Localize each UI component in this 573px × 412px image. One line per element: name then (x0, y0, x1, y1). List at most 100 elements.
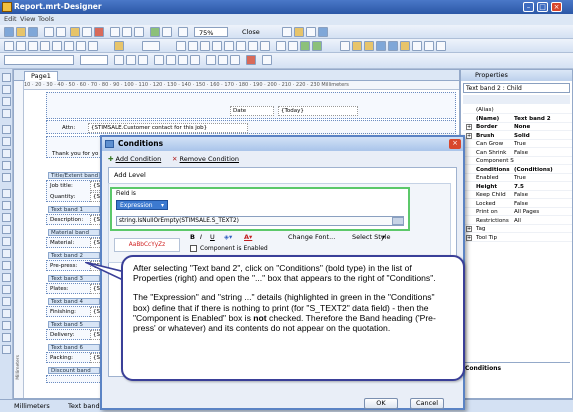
component-3-icon[interactable] (2, 213, 11, 222)
barcode-icon[interactable] (412, 41, 422, 51)
font-size-select[interactable] (80, 55, 108, 65)
align-middle-icon[interactable] (212, 41, 222, 51)
component-1-icon[interactable] (2, 189, 11, 198)
property-row[interactable]: Can Grow True (463, 140, 572, 149)
property-row[interactable]: (Name) Text band 2 (463, 115, 572, 123)
component-11-icon[interactable] (2, 309, 11, 318)
report-icon[interactable] (294, 27, 304, 37)
undo-icon[interactable] (44, 27, 54, 37)
property-row[interactable]: Component St (463, 157, 572, 166)
ungroup-icon[interactable] (312, 41, 322, 51)
expand-icon[interactable]: + (466, 124, 472, 130)
group-band-icon[interactable] (2, 161, 11, 170)
cut-icon[interactable] (70, 27, 80, 37)
size-height-icon[interactable] (248, 41, 258, 51)
text-tool-icon[interactable] (2, 85, 11, 94)
expression-editor-button[interactable] (392, 217, 404, 225)
today-field[interactable]: {Today} (278, 106, 358, 116)
align-top-icon[interactable] (200, 41, 210, 51)
underline-icon[interactable] (138, 55, 148, 65)
align-bottom-icon[interactable] (224, 41, 234, 51)
property-row[interactable]: Restrictions All (463, 217, 572, 225)
band-row-label[interactable]: Plates: (50, 285, 68, 293)
richtext-icon[interactable] (424, 41, 434, 51)
align-left-icon[interactable] (110, 27, 120, 37)
band-row-label[interactable]: Description: (50, 216, 83, 224)
group-icon[interactable] (300, 41, 310, 51)
component-10-icon[interactable] (2, 297, 11, 306)
fill-color-icon[interactable] (114, 41, 124, 51)
size-both-icon[interactable] (260, 41, 270, 51)
component-select[interactable]: Text band 2 : Child (463, 83, 570, 93)
attn-label[interactable]: Attn: (62, 124, 75, 132)
field-type-select[interactable]: Expression ▾ (116, 200, 168, 210)
italic-icon[interactable] (126, 55, 136, 65)
expression-input[interactable]: string.IsNullOrEmpty(STIMSALE.S_TEXT2) (116, 216, 404, 226)
expand-icon[interactable]: + (466, 132, 472, 139)
component-13-icon[interactable] (2, 333, 11, 342)
border-left-icon[interactable] (28, 41, 38, 51)
snap-icon[interactable] (162, 27, 172, 37)
dialog-close-button[interactable]: × (449, 139, 461, 149)
line-style-icon[interactable] (142, 41, 160, 51)
property-value[interactable]: True (514, 174, 572, 182)
child-band-icon[interactable] (2, 173, 11, 182)
bold-icon[interactable] (114, 55, 124, 65)
font-color-icon[interactable] (246, 55, 256, 65)
bring-front-icon[interactable] (176, 41, 186, 51)
text-justify-icon[interactable] (190, 55, 200, 65)
format-icon[interactable] (262, 55, 272, 65)
footer-band-icon[interactable] (2, 137, 11, 146)
pencil-tool-icon[interactable] (2, 109, 11, 118)
property-value[interactable]: False (514, 149, 572, 157)
component-8-icon[interactable] (2, 273, 11, 282)
preview-icon[interactable] (282, 27, 292, 37)
property-row[interactable]: Print on All Pages (463, 208, 572, 217)
component-14-icon[interactable] (2, 345, 11, 354)
band-row-label[interactable]: Material: (50, 239, 74, 247)
property-row[interactable]: Height 7.5 (463, 183, 572, 191)
header-band-icon[interactable] (2, 125, 11, 134)
property-value[interactable]: Solid (514, 132, 572, 140)
band-header[interactable]: Title/Extent band (48, 172, 100, 179)
property-row[interactable]: + Tool Tip (463, 234, 572, 242)
text-align-center-icon[interactable] (166, 55, 176, 65)
property-value[interactable]: None (514, 123, 572, 131)
text-align-right-icon[interactable] (178, 55, 188, 65)
new-icon[interactable] (4, 27, 14, 37)
minimize-button[interactable]: – (523, 2, 534, 12)
component-5-icon[interactable] (2, 237, 11, 246)
text-align-left-icon[interactable] (154, 55, 164, 65)
copy-icon[interactable] (82, 27, 92, 37)
maximize-button[interactable]: □ (537, 2, 548, 12)
band-row-label[interactable]: Job title: (50, 182, 73, 190)
property-value[interactable]: All Pages (514, 208, 572, 216)
size-width-icon[interactable] (236, 41, 246, 51)
band-header[interactable]: Discount band (48, 367, 100, 374)
property-row[interactable]: Enabled True (463, 174, 572, 183)
property-value[interactable]: All (514, 217, 572, 225)
close-designer-button[interactable]: Close (238, 27, 264, 37)
band-row-label[interactable]: Delivery: (50, 331, 74, 339)
link-icon[interactable] (364, 41, 374, 51)
chart-icon[interactable] (388, 41, 398, 51)
property-row[interactable]: Locked False (463, 200, 572, 208)
text-color-icon[interactable]: A▾ (244, 233, 252, 242)
expand-icon[interactable]: + (466, 234, 472, 241)
expand-icon[interactable]: + (466, 226, 472, 232)
tab-page1[interactable]: Page1 (24, 71, 58, 81)
bold-toggle[interactable]: B (190, 233, 195, 242)
delete-icon[interactable] (94, 27, 104, 37)
property-row[interactable]: Can Shrink False (463, 149, 572, 157)
dictionary-icon[interactable] (306, 27, 316, 37)
attn-field[interactable]: {STIMSALE.Customer contact for this job} (88, 123, 248, 133)
property-row[interactable]: + Border None (463, 123, 572, 132)
ok-button[interactable]: OK (364, 398, 398, 409)
band-header[interactable]: Text band 4 (48, 298, 100, 305)
property-value[interactable]: Text band 2 (514, 115, 572, 123)
checkbox-tool-icon[interactable] (436, 41, 446, 51)
space-v-icon[interactable] (288, 41, 298, 51)
grid-icon[interactable] (150, 27, 160, 37)
component-4-icon[interactable] (2, 225, 11, 234)
band-header[interactable]: Text band 5 (48, 321, 100, 328)
